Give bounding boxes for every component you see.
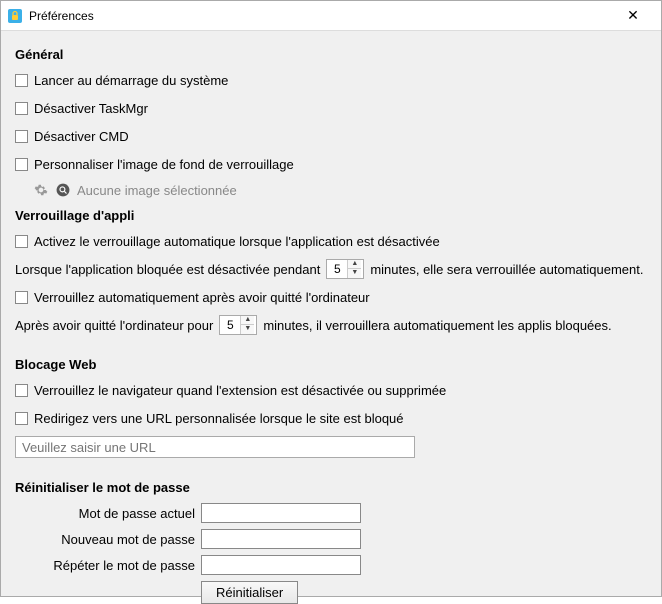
no-image-text: Aucune image sélectionnée <box>77 183 237 198</box>
section-applock-heading: Verrouillage d'appli <box>15 208 647 223</box>
label-disable-cmd: Désactiver CMD <box>34 129 129 144</box>
spinner-b-up[interactable]: ▲ <box>241 316 254 325</box>
label-pw-repeat: Répéter le mot de passe <box>15 558 195 573</box>
content: Général Lancer au démarrage du système D… <box>1 31 661 596</box>
input-pw-current[interactable] <box>201 503 361 523</box>
input-pw-repeat[interactable] <box>201 555 361 575</box>
app-icon <box>7 8 23 24</box>
text-sentence-a-post: minutes, elle sera verrouillée automatiq… <box>370 262 643 277</box>
titlebar: Préférences ✕ <box>1 1 661 31</box>
spinner-a-value: 5 <box>327 262 347 276</box>
label-custom-lock-image: Personnaliser l'image de fond de verroui… <box>34 157 294 172</box>
input-pw-new[interactable] <box>201 529 361 549</box>
spinner-a-up[interactable]: ▲ <box>348 260 361 269</box>
spinner-b-down[interactable]: ▼ <box>241 325 254 334</box>
checkbox-auto-lock-leave[interactable] <box>15 291 28 304</box>
gear-icon[interactable] <box>33 182 49 198</box>
label-redirect-url: Redirigez vers une URL personnalisée lor… <box>34 411 404 426</box>
close-button[interactable]: ✕ <box>613 7 653 24</box>
text-sentence-b-post: minutes, il verrouillera automatiquement… <box>263 318 611 333</box>
reset-button[interactable]: Réinitialiser <box>201 581 298 604</box>
checkbox-launch-startup[interactable] <box>15 74 28 87</box>
label-auto-lock-disabled: Activez le verrouillage automatique lors… <box>34 234 440 249</box>
checkbox-redirect-url[interactable] <box>15 412 28 425</box>
label-launch-startup: Lancer au démarrage du système <box>34 73 228 88</box>
label-pw-current: Mot de passe actuel <box>15 506 195 521</box>
checkbox-disable-taskmgr[interactable] <box>15 102 28 115</box>
section-general-heading: Général <box>15 47 647 62</box>
spinner-minutes-a[interactable]: 5 ▲ ▼ <box>326 259 364 279</box>
spinner-a-down[interactable]: ▼ <box>348 269 361 278</box>
label-disable-taskmgr: Désactiver TaskMgr <box>34 101 148 116</box>
section-webblock-heading: Blocage Web <box>15 357 647 372</box>
window-title: Préférences <box>29 9 94 23</box>
custom-url-input[interactable] <box>15 436 415 458</box>
section-resetpw-heading: Réinitialiser le mot de passe <box>15 480 647 495</box>
magnify-icon[interactable] <box>55 182 71 198</box>
checkbox-lock-browser-ext[interactable] <box>15 384 28 397</box>
label-auto-lock-leave: Verrouillez automatiquement après avoir … <box>34 290 370 305</box>
checkbox-disable-cmd[interactable] <box>15 130 28 143</box>
text-sentence-a-pre: Lorsque l'application bloquée est désact… <box>15 262 320 277</box>
label-lock-browser-ext: Verrouillez le navigateur quand l'extens… <box>34 383 446 398</box>
spinner-minutes-b[interactable]: 5 ▲ ▼ <box>219 315 257 335</box>
text-sentence-b-pre: Après avoir quitté l'ordinateur pour <box>15 318 213 333</box>
checkbox-auto-lock-disabled[interactable] <box>15 235 28 248</box>
checkbox-custom-lock-image[interactable] <box>15 158 28 171</box>
spinner-b-value: 5 <box>220 318 240 332</box>
label-pw-new: Nouveau mot de passe <box>15 532 195 547</box>
